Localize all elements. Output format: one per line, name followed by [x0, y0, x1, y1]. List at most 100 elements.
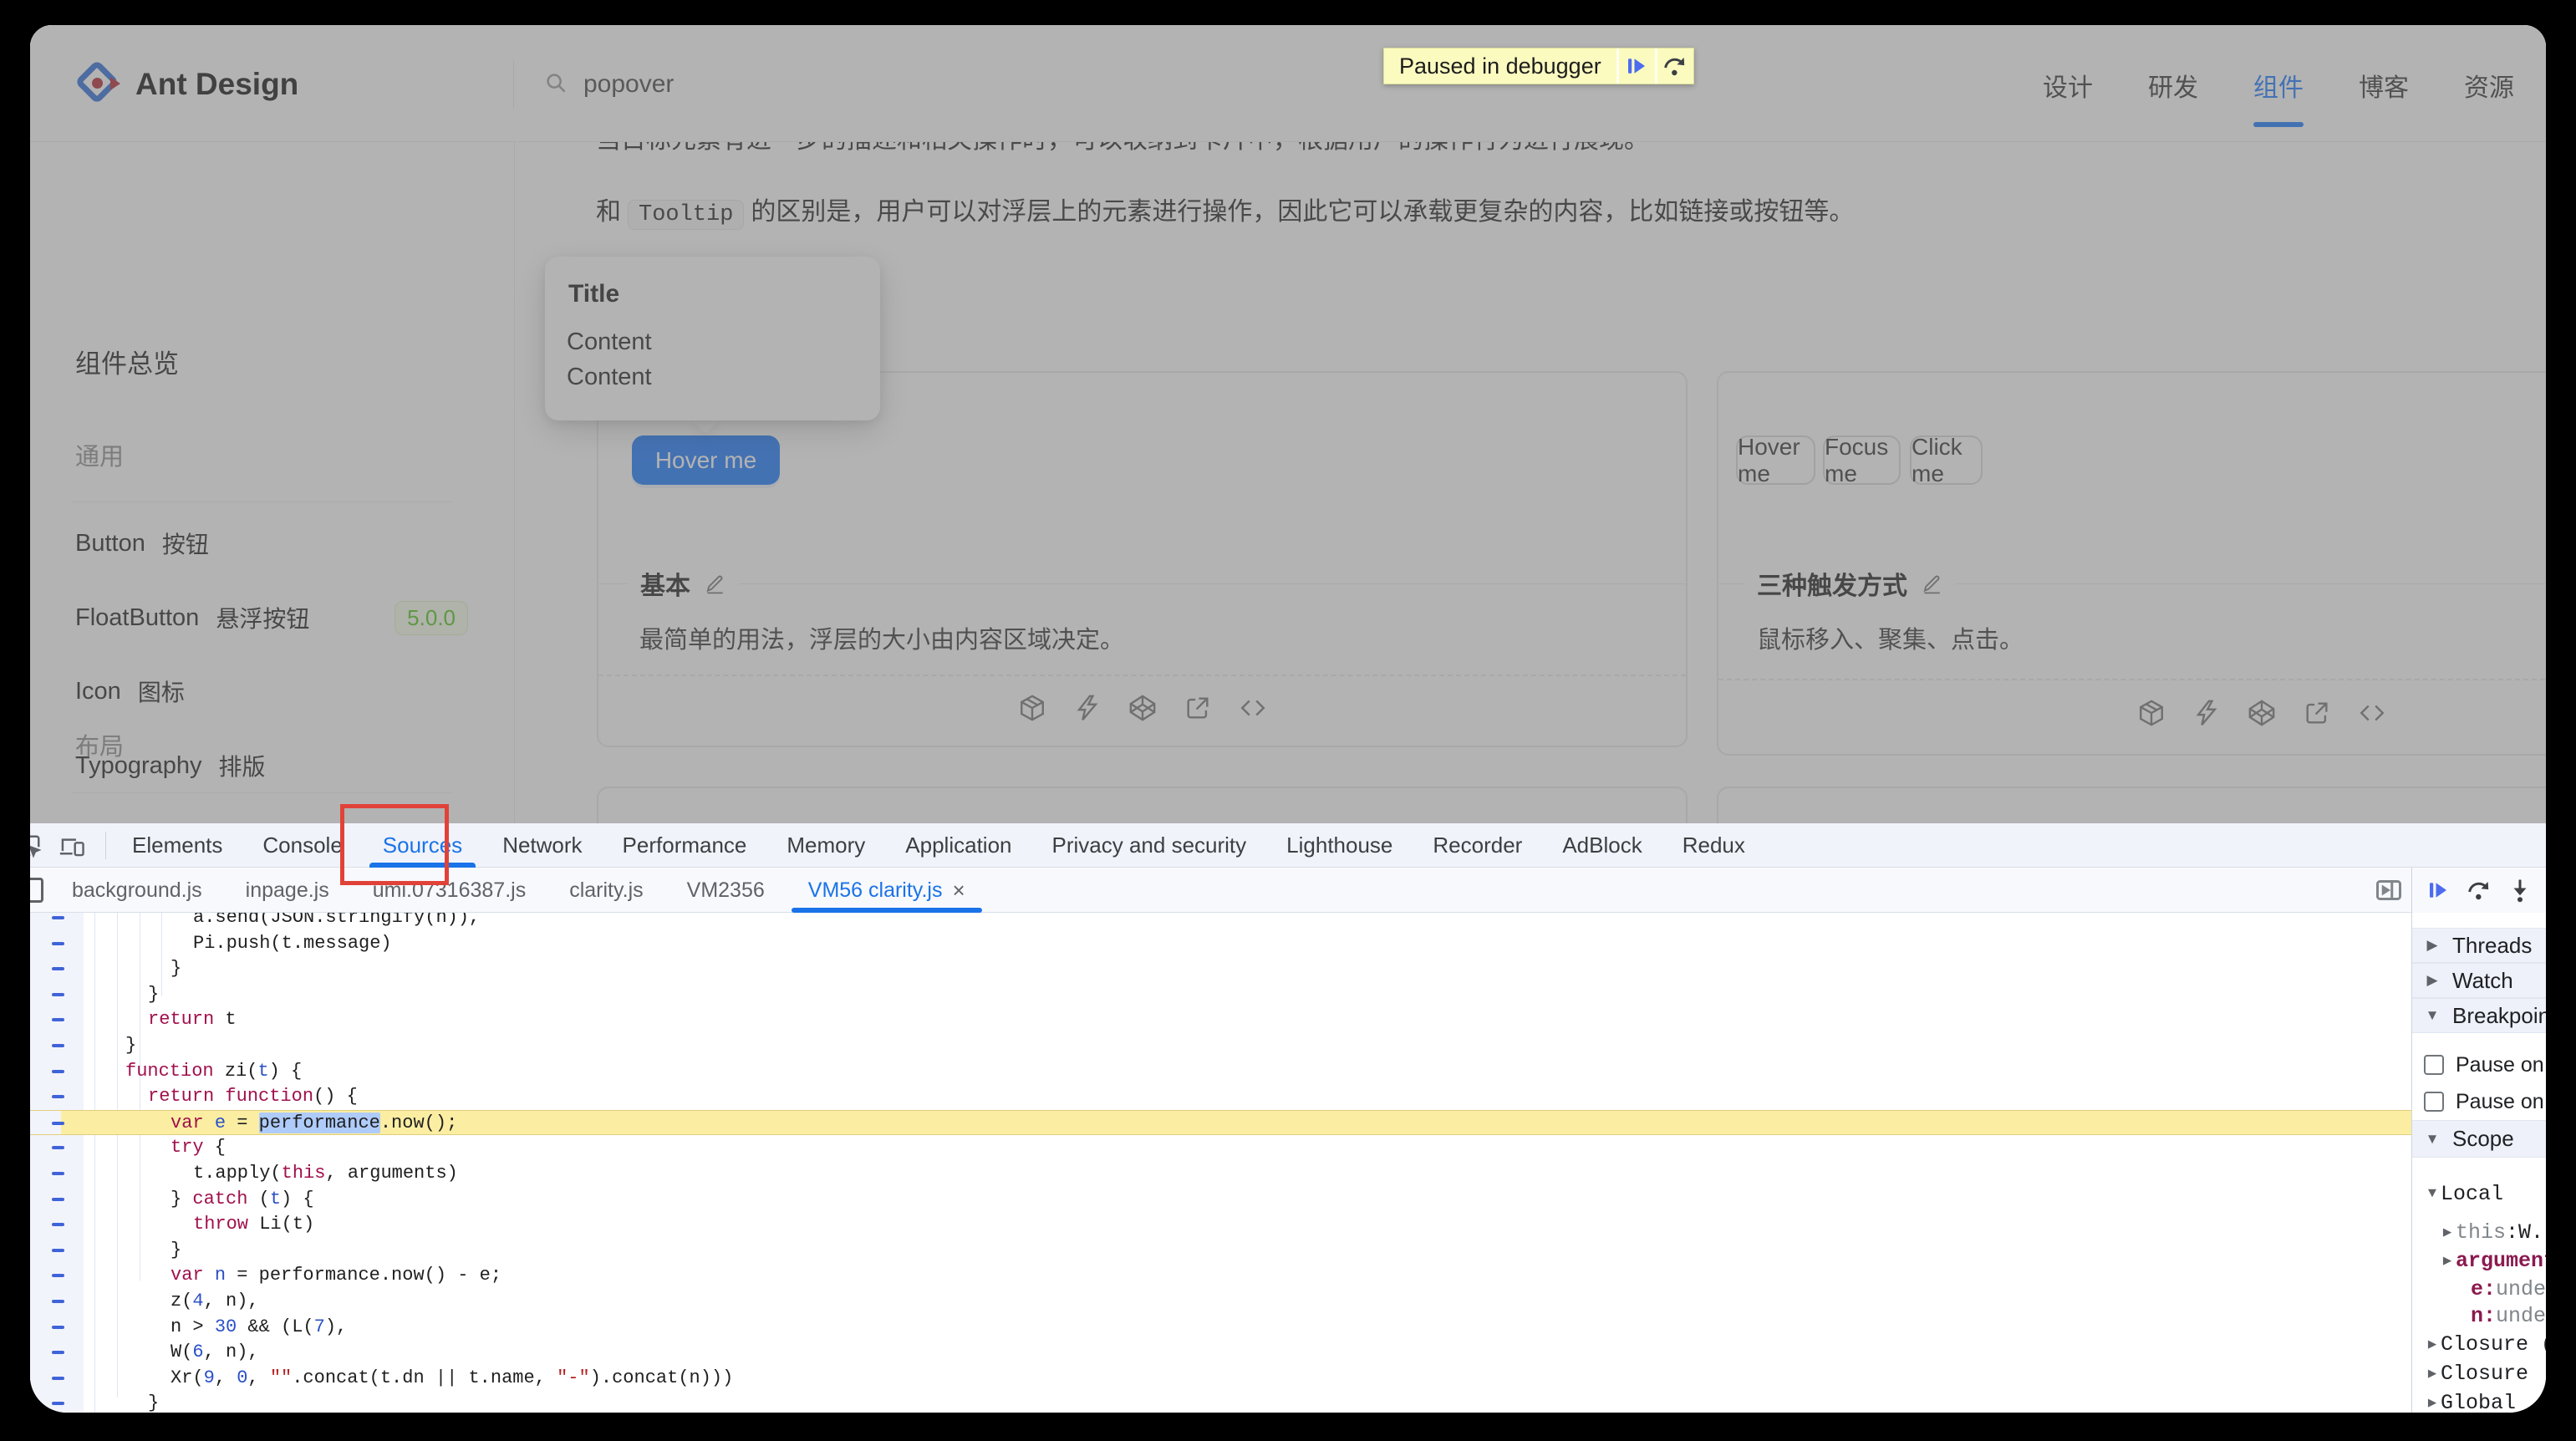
code-line: }: [30, 1238, 2411, 1264]
code-line: return function() {: [30, 1084, 2411, 1110]
scope-entry[interactable]: e: undefined: [2412, 1276, 2546, 1302]
code-line: }: [30, 1033, 2411, 1059]
code-lines: a.send(JSON.stringify(n)),Pi.push(t.mess…: [30, 913, 2411, 1413]
scope-entry[interactable]: ▶arguments: [2412, 1247, 2546, 1274]
tab-adblock[interactable]: AdBlock: [1542, 823, 1662, 868]
breakpoint-dash-icon[interactable]: [52, 1249, 64, 1252]
code-line: z(4, n),: [30, 1289, 2411, 1315]
breakpoint-dash-icon[interactable]: [52, 1274, 64, 1277]
annotation-rectangle: [340, 804, 449, 885]
debugger-controls: [2411, 868, 2546, 913]
chevron-down-icon[interactable]: ▼: [2424, 1131, 2441, 1148]
tab-performance[interactable]: Performance: [603, 823, 767, 868]
file-tab-inpage-js[interactable]: inpage.js: [224, 868, 351, 913]
breakpoint-dash-icon[interactable]: [52, 1018, 64, 1021]
scope-entry[interactable]: ▶Closure: [2412, 1360, 2546, 1387]
debugger-dim-overlay: [30, 25, 2546, 823]
code-line: return t: [30, 1007, 2411, 1033]
scope-entry[interactable]: n: undefined: [2412, 1302, 2546, 1329]
breakpoint-dash-icon[interactable]: [52, 1300, 64, 1303]
step-over-icon[interactable]: [1655, 48, 1693, 84]
breakpoint-dash-icon[interactable]: [52, 967, 64, 970]
breakpoint-dash-icon[interactable]: [52, 993, 64, 996]
code-line: } catch (t) {: [30, 1187, 2411, 1213]
tab-redux[interactable]: Redux: [1662, 823, 1765, 868]
scope-entry[interactable]: ▶Global: [2412, 1389, 2546, 1413]
file-tab-label: background.js: [72, 878, 202, 903]
breakpoint-dash-icon[interactable]: [52, 1172, 64, 1175]
chevron-down-icon[interactable]: ▼: [2424, 1186, 2441, 1202]
code-line: Pi.push(t.message): [30, 931, 2411, 957]
tab-memory[interactable]: Memory: [766, 823, 885, 868]
breakpoint-dash-icon[interactable]: [52, 1198, 64, 1201]
file-tab-label: clarity.js: [569, 878, 643, 903]
section-breakpoints[interactable]: ▼Breakpoints: [2412, 998, 2546, 1033]
devtools-panel: ElementsConsoleSourcesNetworkPerformance…: [30, 823, 2546, 1413]
resume-icon[interactable]: [1616, 48, 1655, 84]
toggle-sidebar-icon[interactable]: [2374, 875, 2404, 905]
paused-in-debugger-banner: Paused in debugger: [1383, 48, 1694, 84]
tab-application[interactable]: Application: [885, 823, 1031, 868]
resume-icon[interactable]: [2426, 878, 2451, 903]
chevron-right-icon[interactable]: ▶: [2439, 1224, 2456, 1241]
breakpoint-dash-icon[interactable]: [52, 1223, 64, 1226]
file-tab-vm56-clarity-js[interactable]: VM56 clarity.js ×: [787, 868, 987, 913]
scope-entry[interactable]: ▶Closure (: [2412, 1331, 2546, 1357]
breakpoint-dash-icon[interactable]: [52, 1070, 64, 1073]
breakpoint-dash-icon[interactable]: [52, 1095, 64, 1098]
chevron-right-icon[interactable]: ▶: [2424, 972, 2441, 989]
chevron-right-icon[interactable]: ▶: [2424, 1365, 2441, 1382]
checkbox[interactable]: [2424, 1092, 2444, 1112]
file-tab-label: VM56 clarity.js: [808, 878, 943, 903]
code-line-paused: var e = performance.now();: [30, 1110, 2411, 1136]
breakpoint-dash-icon[interactable]: [52, 1402, 64, 1405]
inspect-icon[interactable]: [30, 833, 42, 858]
section-watch[interactable]: ▶Watch: [2412, 963, 2546, 998]
code-line: }: [30, 982, 2411, 1008]
code-line: W(6, n),: [30, 1340, 2411, 1366]
file-tab-background-js[interactable]: background.js: [50, 868, 224, 913]
section-threads[interactable]: ▶Threads: [2412, 928, 2546, 963]
file-tab-label: inpage.js: [246, 878, 329, 903]
tab-elements[interactable]: Elements: [112, 823, 242, 868]
code-line: a.send(JSON.stringify(n)),: [30, 913, 2411, 931]
breakpoint-dash-icon[interactable]: [52, 916, 64, 919]
chevron-right-icon[interactable]: ▶: [2439, 1252, 2456, 1270]
navigator-icon[interactable]: [30, 878, 43, 903]
code-line: }: [30, 1391, 2411, 1413]
checkbox[interactable]: [2424, 1055, 2444, 1075]
file-tab-vm2356[interactable]: VM2356: [665, 868, 787, 913]
tab-network[interactable]: Network: [482, 823, 602, 868]
breakpoint-dash-icon[interactable]: [52, 1377, 64, 1380]
section-scope[interactable]: ▼Scope: [2412, 1120, 2546, 1158]
breakpoint-dash-icon[interactable]: [52, 1044, 64, 1047]
tab-recorder[interactable]: Recorder: [1413, 823, 1542, 868]
tab-lighthouse[interactable]: Lighthouse: [1266, 823, 1413, 868]
chevron-right-icon[interactable]: ▶: [2424, 1394, 2441, 1412]
toolbar-separator: [105, 832, 106, 859]
file-tab-clarity-js[interactable]: clarity.js: [547, 868, 664, 913]
breakpoint-dash-icon[interactable]: [52, 1351, 64, 1354]
breakpoint-dash-icon[interactable]: [52, 942, 64, 945]
paused-banner-text: Paused in debugger: [1384, 48, 1616, 84]
breakpoint-dash-icon[interactable]: [52, 1146, 64, 1149]
debugger-sidebar: ▶Threads▶Watch▼Breakpoints Pause on uncau…: [2411, 913, 2546, 1413]
step-into-icon[interactable]: [2507, 877, 2533, 904]
breakpoint-dash-icon[interactable]: [52, 1326, 64, 1329]
scope-entry[interactable]: ▼Local: [2412, 1180, 2546, 1207]
pause-option[interactable]: Pause on caught exceptions: [2412, 1083, 2546, 1120]
close-icon[interactable]: ×: [952, 878, 965, 904]
chevron-right-icon[interactable]: ▶: [2424, 937, 2441, 954]
step-over-icon[interactable]: [2466, 877, 2492, 904]
browser-window: 当目标元素有进一步的描述和相关操作时，可以收纳到卡片中，根据用户的操作行为进行展…: [30, 25, 2546, 1413]
scope-entry[interactable]: ▶this: W.: [2412, 1219, 2546, 1245]
device-toolbar-icon[interactable]: [59, 833, 85, 858]
tab-privacy-and-security[interactable]: Privacy and security: [1032, 823, 1267, 868]
breakpoint-dash-icon[interactable]: [52, 1122, 64, 1125]
code-line: function zi(t) {: [30, 1059, 2411, 1085]
pause-option[interactable]: Pause on uncaught exceptions: [2412, 1046, 2546, 1083]
chevron-down-icon[interactable]: ▼: [2424, 1007, 2441, 1024]
code-line: }: [30, 956, 2411, 982]
code-line: Xr(9, 0, "".concat(t.dn || t.name, "-").…: [30, 1366, 2411, 1392]
chevron-right-icon[interactable]: ▶: [2424, 1336, 2441, 1353]
